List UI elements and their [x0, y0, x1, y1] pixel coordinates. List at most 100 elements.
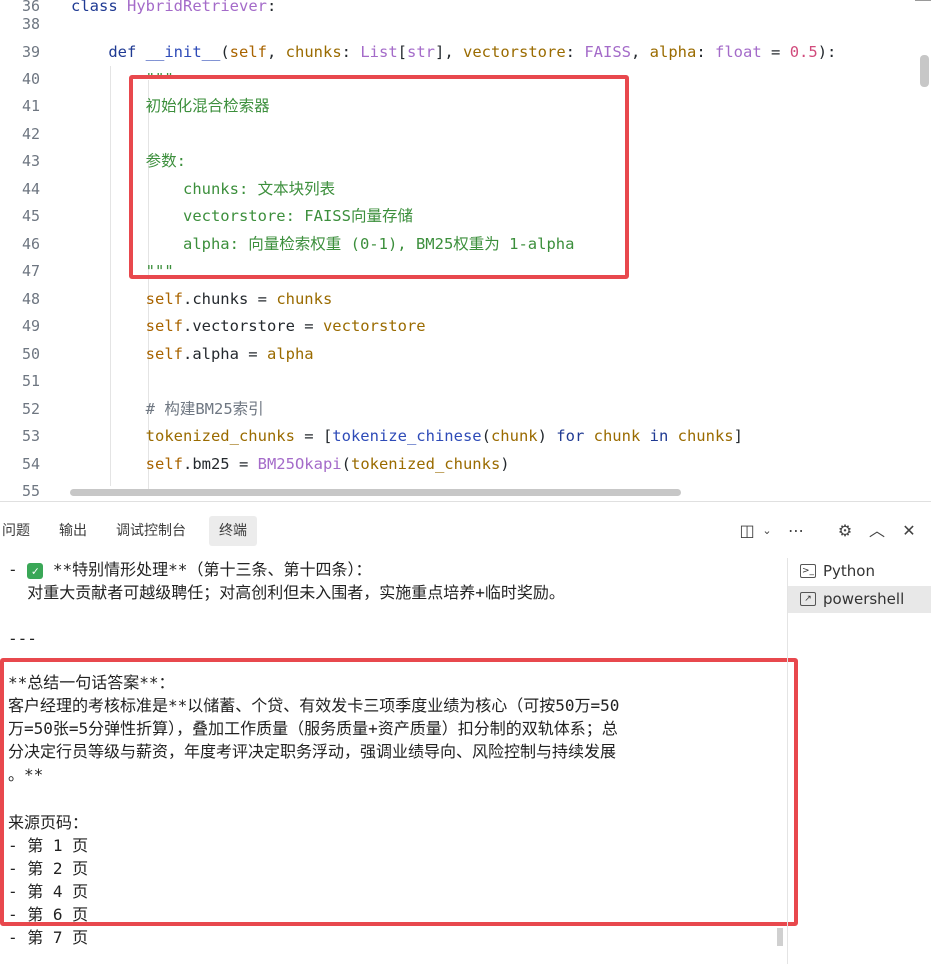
code-token: float	[715, 43, 762, 61]
close-icon[interactable]: ✕	[898, 520, 920, 542]
split-terminal-icon[interactable]: ◫	[736, 520, 758, 542]
code-line[interactable]: 38	[0, 11, 920, 38]
line-number: 50	[21, 345, 40, 363]
terminal-scrollbar[interactable]	[777, 928, 783, 946]
list-prefix: -	[8, 560, 28, 579]
line-number: 53	[21, 427, 40, 445]
code-line[interactable]: 51	[0, 368, 920, 395]
bottom-panel: 问题 输出 调试控制台 终端 ◫ ⌄ ⋯ ⚙ ︿ ✕ - ✓ **特别情形处理*…	[0, 501, 931, 964]
code-text: self.bm25 = BM25Okapi(tokenized_chunks)	[71, 451, 510, 478]
code-token: self	[229, 43, 267, 61]
code-token: )	[537, 427, 557, 445]
terminal-item-python[interactable]: >_ Python	[788, 558, 931, 585]
more-actions-icon[interactable]: ⋯	[785, 520, 807, 542]
code-token: BM25Okapi	[257, 455, 342, 473]
code-line[interactable]: 48 self.chunks = chunks	[0, 286, 920, 313]
line-number: 55	[21, 482, 40, 500]
docstring-highlight-box	[129, 75, 629, 279]
code-line[interactable]: 50 self.alpha = alpha	[0, 341, 920, 368]
code-token: in	[640, 427, 678, 445]
code-token: self	[145, 345, 183, 363]
terminal-line: ---	[8, 627, 37, 650]
code-token: __init__	[145, 43, 221, 61]
code-token: chunks	[285, 43, 342, 61]
code-token: chunks	[276, 290, 333, 308]
code-line[interactable]: 54 self.bm25 = BM25Okapi(tokenized_chunk…	[0, 451, 920, 478]
code-token: :	[341, 43, 361, 61]
code-token: 0.5	[789, 43, 818, 61]
terminal-line: - ✓ **特别情形处理**（第十三条、第十四条）：	[8, 558, 371, 581]
terminal-icon: >_	[800, 564, 816, 578]
line-number: 45	[21, 207, 40, 225]
tab-debug-console[interactable]: 调试控制台	[116, 516, 186, 546]
line-number: 43	[21, 152, 40, 170]
tab-output[interactable]: 输出	[59, 516, 87, 546]
code-token: chunks	[677, 427, 734, 445]
code-token: )	[500, 455, 510, 473]
settings-sliders-icon[interactable]: ⚙	[834, 520, 856, 542]
code-token: alpha	[266, 345, 314, 363]
code-token: (	[481, 427, 491, 445]
line-number: 54	[21, 455, 40, 473]
code-token: =	[761, 43, 790, 61]
line-number: 46	[21, 235, 40, 253]
terminal-list: >_ Python ↗ powershell	[787, 558, 931, 964]
maximize-panel-icon[interactable]: ︿	[866, 520, 888, 542]
line-number: 39	[21, 43, 40, 61]
code-token: :	[696, 43, 716, 61]
code-text: def __init__(self, chunks: List[str], ve…	[71, 39, 836, 66]
code-token: .vectorstore =	[182, 317, 323, 335]
answer-highlight-box	[0, 658, 798, 926]
code-token: self	[145, 290, 183, 308]
editor-horizontal-scrollbar[interactable]	[70, 489, 681, 496]
terminal-text: **特别情形处理**（第十三条、第十四条）：	[52, 560, 372, 579]
code-token: tokenized_chunks	[350, 455, 501, 473]
line-number: 40	[21, 70, 40, 88]
code-line[interactable]: 53 tokenized_chunks = [tokenize_chinese(…	[0, 423, 920, 450]
code-line[interactable]: 49 self.vectorstore = vectorstore	[0, 313, 920, 340]
code-token: alpha	[649, 43, 697, 61]
code-token: ],	[435, 43, 463, 61]
line-number: 41	[21, 97, 40, 115]
chevron-down-icon[interactable]: ⌄	[756, 520, 778, 542]
editor-vertical-scrollbar[interactable]	[920, 55, 929, 87]
code-text: self.vectorstore = vectorstore	[71, 313, 426, 340]
code-token: (	[220, 43, 230, 61]
code-token: self	[145, 455, 183, 473]
terminal-item-powershell[interactable]: ↗ powershell	[788, 586, 931, 613]
code-text: self.chunks = chunks	[71, 286, 333, 313]
code-token: tokenized_chunks	[145, 427, 295, 445]
code-token: = [	[294, 427, 333, 445]
tab-terminal[interactable]: 终端	[209, 516, 257, 546]
terminal-text: - 第 7 页	[8, 928, 89, 947]
terminal-line: 对重大贡献者可越级聘任；对高创利但未入围者，实施重点培养+临时奖励。	[8, 581, 565, 604]
code-line[interactable]: 39 def __init__(self, chunks: List[str],…	[0, 39, 920, 66]
code-text: self.alpha = alpha	[71, 341, 314, 368]
check-mark-icon: ✓	[27, 562, 44, 579]
code-token: self	[145, 317, 183, 335]
code-token: str	[407, 43, 435, 61]
code-line[interactable]: 52 # 构建BM25索引	[0, 396, 920, 423]
terminal-line: - 第 7 页	[8, 926, 88, 949]
code-token: .chunks =	[182, 290, 277, 308]
code-editor[interactable]: 36 class HybridRetriever: 38 39 def __init_…	[0, 0, 931, 500]
code-token: .alpha =	[182, 345, 267, 363]
code-token: .bm25 =	[182, 455, 258, 473]
code-token: vectorstore	[322, 317, 426, 335]
code-token: ,	[631, 43, 650, 61]
code-token: # 构建BM25索引	[145, 400, 264, 418]
terminal-text: 对重大贡献者可越级聘任；对高创利但未入围者，实施重点培养+临时奖励。	[8, 583, 565, 602]
code-token: for	[556, 427, 594, 445]
code-token: chunk	[490, 427, 538, 445]
code-token: tokenize_chinese	[332, 427, 482, 445]
panel-tabs: 问题 输出 调试控制台 终端 ◫ ⌄ ⋯ ⚙ ︿ ✕	[0, 502, 931, 558]
tab-problems[interactable]: 问题	[2, 516, 30, 546]
code-token: [	[397, 43, 407, 61]
code-token: List	[360, 43, 398, 61]
